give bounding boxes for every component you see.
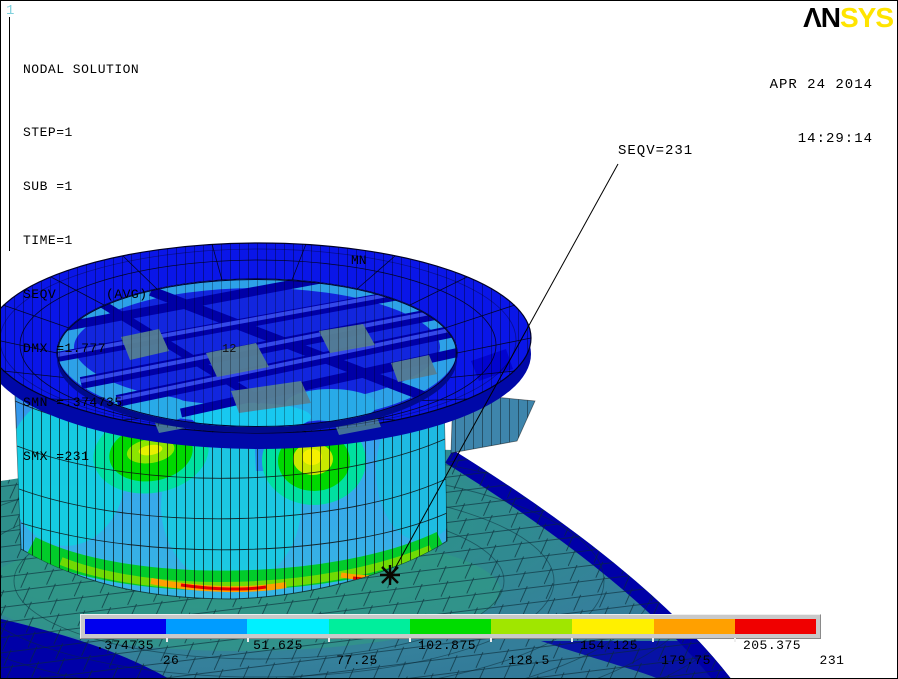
legend-value: 179.75 — [661, 653, 711, 668]
legend-value: 51.625 — [253, 638, 303, 653]
result-line-seqv: SEQV (AVG) — [23, 286, 148, 304]
result-info-block: NODAL SOLUTION STEP=1 SUB =1 TIME=1 SEQV… — [23, 25, 148, 502]
result-line-dmx: DMX =1.777 — [23, 340, 148, 358]
datetime-stamp: APR 24 2014 14:29:14 — [770, 40, 873, 184]
ansys-logo: ΛNSYS — [803, 2, 893, 34]
date-label: APR 24 2014 — [770, 76, 873, 94]
colorbar-segment — [491, 619, 572, 634]
colorbar-segment — [735, 619, 816, 634]
ansys-graphics-window: 1 NODAL SOLUTION STEP=1 SUB =1 TIME=1 SE… — [0, 0, 898, 679]
legend-value: 205.375 — [743, 638, 801, 653]
min-node-label: MN — [351, 253, 367, 268]
colorbar-segment — [85, 619, 166, 634]
result-line-smn: SMN =.374735 — [23, 394, 148, 412]
legend-value: 77.25 — [336, 653, 378, 668]
colorbar-segment — [654, 619, 735, 634]
colorbar-tick — [328, 638, 330, 642]
result-line-smx: SMX =231 — [23, 448, 148, 466]
legend-value: 231 — [820, 653, 845, 668]
legend-value: .374735 — [96, 638, 154, 653]
result-title: NODAL SOLUTION — [23, 61, 148, 79]
colorbar-tick — [247, 638, 249, 642]
result-line-time: TIME=1 — [23, 232, 148, 250]
colorbar-tick — [490, 638, 492, 642]
max-stress-callout: SEQV=231 — [618, 143, 693, 159]
colorbar-tick — [652, 638, 654, 642]
contour-colorbar — [85, 619, 816, 634]
colorbar-segment — [410, 619, 491, 634]
colorbar-tick — [409, 638, 411, 642]
time-label: 14:29:14 — [770, 130, 873, 148]
legend-value: 154.125 — [580, 638, 638, 653]
result-line-step: STEP=1 — [23, 124, 148, 142]
legend-value: 102.875 — [418, 638, 476, 653]
colorbar-tick — [734, 638, 736, 642]
colorbar-segment — [247, 619, 328, 634]
ansys-logo-black: ΛN — [803, 2, 840, 33]
contour-legend — [80, 614, 821, 639]
result-line-sub: SUB =1 — [23, 178, 148, 196]
mx-marker — [380, 565, 400, 585]
plot-number: 1 — [6, 3, 14, 19]
colorbar-segment — [166, 619, 247, 634]
ansys-logo-yellow: SYS — [840, 2, 893, 33]
colorbar-tick — [166, 638, 168, 642]
entity-number-label: 12 — [222, 342, 236, 356]
colorbar-tick — [571, 638, 573, 642]
legend-value: 128.5 — [508, 653, 550, 668]
legend-value: 26 — [163, 653, 180, 668]
colorbar-segment — [329, 619, 410, 634]
colorbar-segment — [572, 619, 653, 634]
